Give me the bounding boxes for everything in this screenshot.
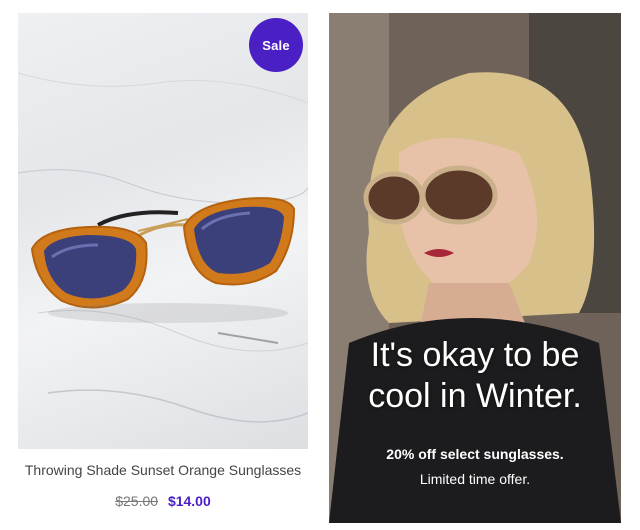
original-price: $25.00 [115, 493, 159, 509]
product-name[interactable]: Throwing Shade Sunset Orange Sunglasses [18, 462, 308, 478]
promo-headline: It's okay to be cool in Winter. [329, 335, 621, 417]
product-image[interactable]: Sale [18, 13, 308, 449]
sunglasses-icon [18, 72, 308, 423]
headline-line-2: cool in Winter. [368, 377, 582, 415]
promo-discount-text: 20% off select sunglasses. [386, 446, 564, 462]
promo-banner[interactable]: It's okay to be cool in Winter. 20% off … [329, 13, 621, 523]
price-row: $25.00 $14.00 [18, 493, 308, 509]
promo-limited-text: Limited time offer. [419, 471, 531, 487]
headline-line-1: It's okay to be [370, 336, 580, 374]
sale-badge: Sale [249, 18, 303, 72]
sale-price: $14.00 [167, 493, 211, 509]
product-card[interactable]: Sale Throwing Shade Sunset Orange Sungla… [18, 13, 308, 523]
